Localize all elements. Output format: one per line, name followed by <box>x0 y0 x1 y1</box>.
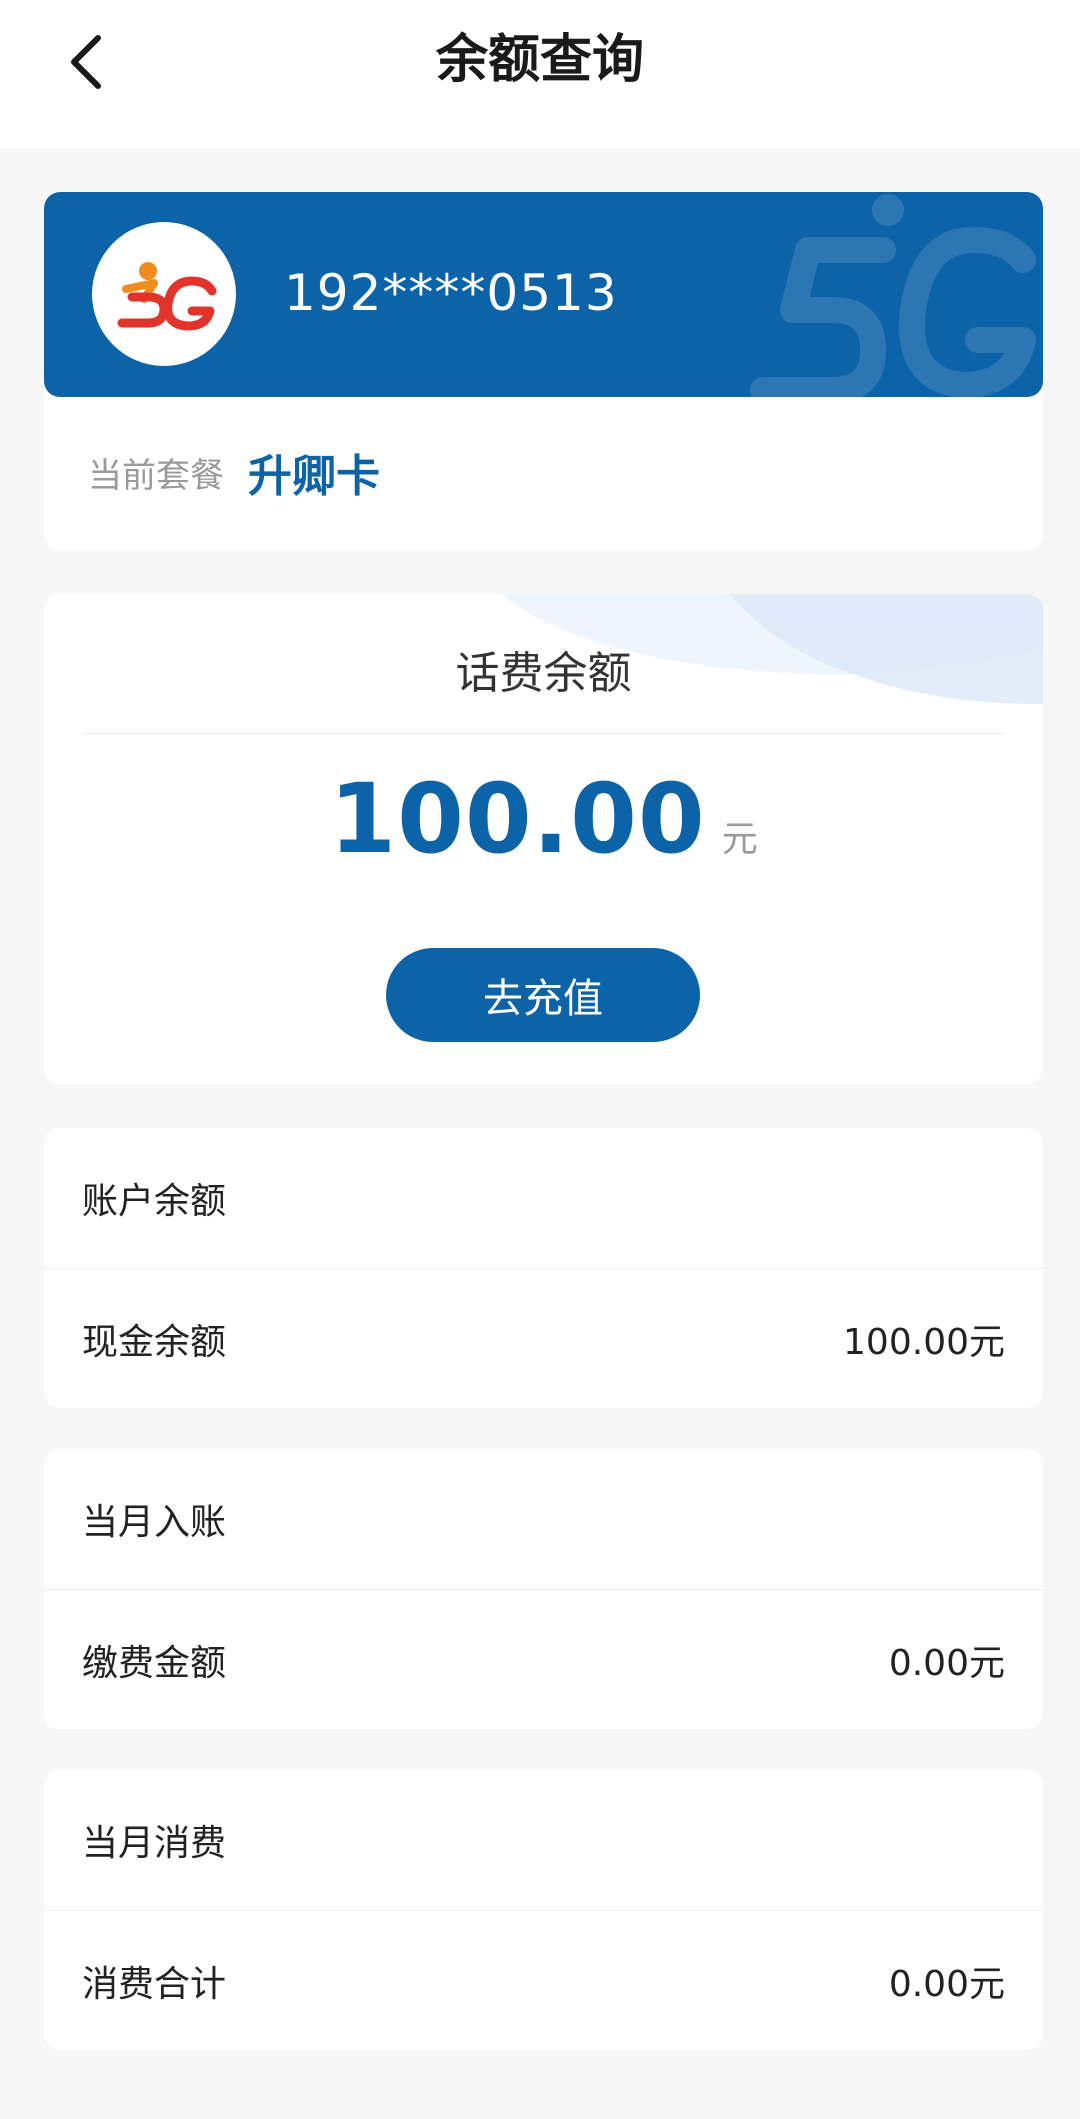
row-label: 现金余额 <box>82 1321 227 1363</box>
divider <box>82 733 1005 734</box>
recharge-button[interactable]: 去充值 <box>386 948 700 1042</box>
row-label: 消费合计 <box>82 1963 227 2005</box>
monthly-spending-card: 当月消费 消费合计 0.00元 <box>44 1770 1043 2050</box>
row-value: 0.00元 <box>888 1642 1005 1684</box>
payment-amount-row: 缴费金额 0.00元 <box>82 1590 1005 1729</box>
balance-amount-row: 100.00 元 <box>44 764 1043 874</box>
monthly-income-card: 当月入账 缴费金额 0.00元 <box>44 1449 1043 1729</box>
balance-unit: 元 <box>721 819 758 860</box>
account-balance-card: 账户余额 现金余额 100.00元 <box>44 1128 1043 1408</box>
5g-logo-icon <box>117 262 217 331</box>
balance-title: 话费余额 <box>455 648 632 699</box>
spending-total-row: 消费合计 0.00元 <box>82 1911 1005 2050</box>
section-title: 当月消费 <box>82 1823 227 1864</box>
balance-amount: 100.00 <box>329 763 706 875</box>
current-plan-label: 当前套餐 <box>88 455 224 496</box>
5g-watermark-icon <box>750 194 1036 397</box>
section-title: 账户余额 <box>82 1181 227 1222</box>
account-card: 192****0513 当前套餐 升卿卡 <box>44 192 1043 550</box>
section-title: 当月入账 <box>82 1502 227 1543</box>
account-banner: 192****0513 <box>44 192 1043 397</box>
cash-balance-row: 现金余额 100.00元 <box>82 1269 1005 1408</box>
row-value: 0.00元 <box>888 1963 1005 2005</box>
current-plan-name: 升卿卡 <box>248 451 380 502</box>
page-title: 余额查询 <box>435 30 644 90</box>
current-plan-row: 当前套餐 升卿卡 <box>88 442 380 502</box>
top-bar: 余额查询 <box>0 0 1080 148</box>
row-label: 缴费金额 <box>82 1642 227 1684</box>
row-value: 100.00元 <box>843 1321 1005 1363</box>
phone-number: 192****0513 <box>284 264 618 322</box>
5g-logo <box>92 222 236 366</box>
balance-card: 话费余额 100.00 元 去充值 <box>44 594 1043 1084</box>
